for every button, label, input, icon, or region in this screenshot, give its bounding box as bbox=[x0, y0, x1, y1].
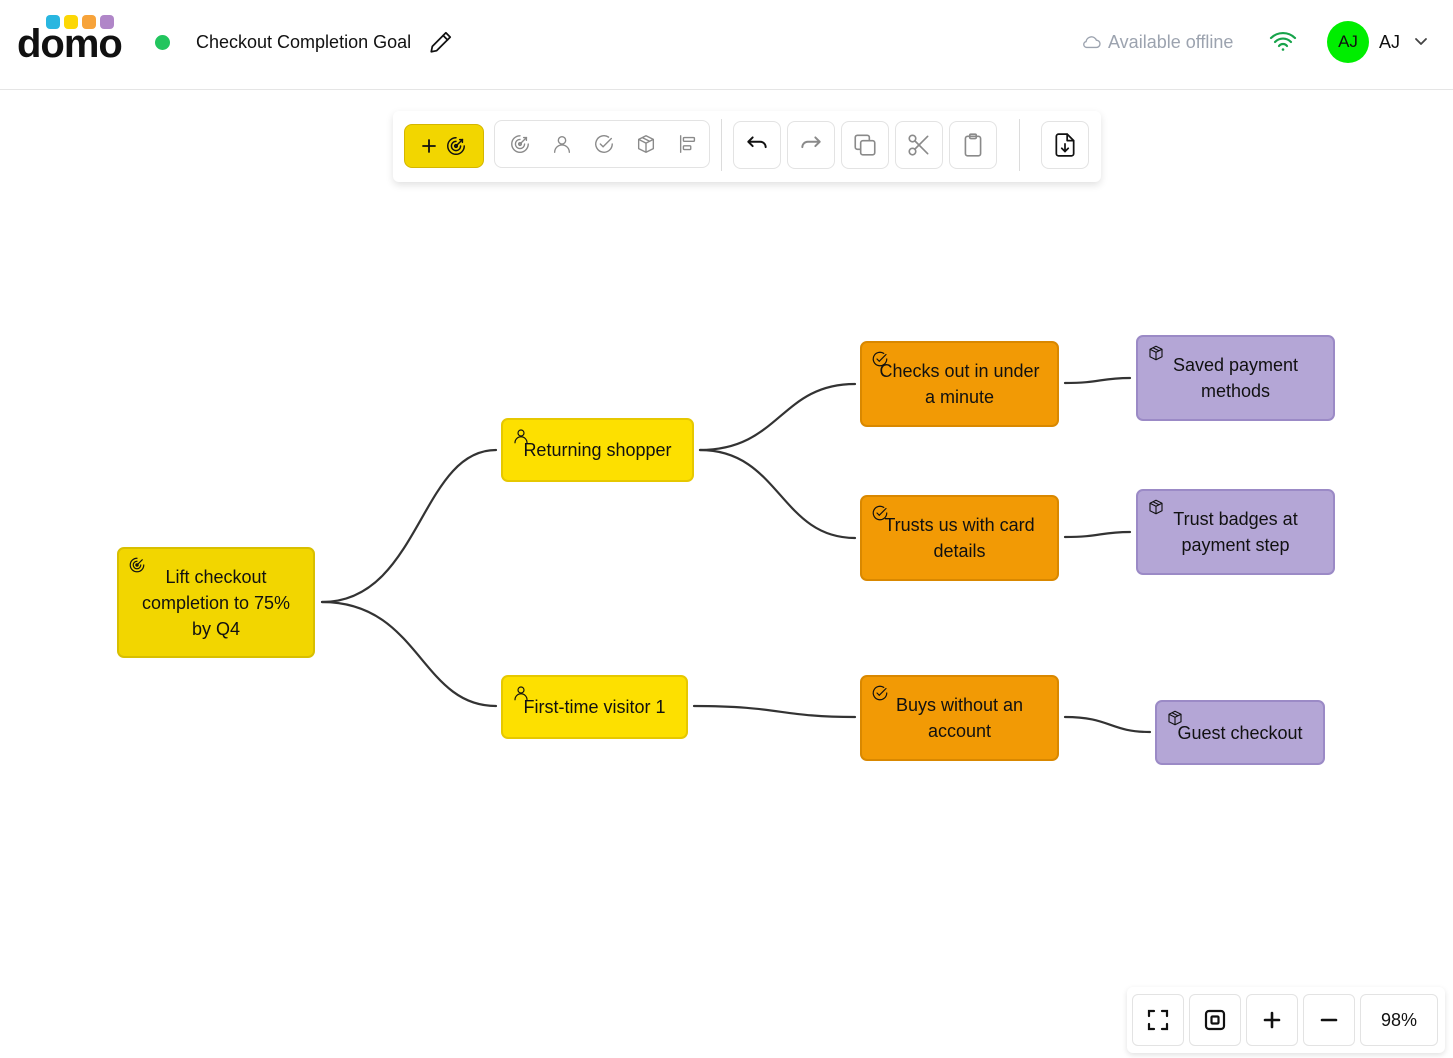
app-header: domo Checkout Completion Goal Available … bbox=[0, 0, 1453, 90]
fit-screen-button[interactable] bbox=[1132, 994, 1184, 1046]
edge-returning-checks bbox=[698, 382, 857, 452]
map-title: Checkout Completion Goal bbox=[196, 32, 412, 52]
deliverable-icon bbox=[1149, 345, 1163, 361]
edge-trusts-badges bbox=[1063, 530, 1132, 539]
logo-text: domo bbox=[17, 22, 123, 66]
edge-checks-saved bbox=[1063, 376, 1132, 385]
zoom-level[interactable]: 98% bbox=[1360, 994, 1438, 1046]
wifi-icon bbox=[1268, 29, 1298, 53]
pencil-icon bbox=[430, 31, 452, 53]
cloud-icon bbox=[1083, 36, 1101, 49]
impact-label: Trusts us with card details bbox=[884, 515, 1035, 561]
edge-returning-trusts bbox=[698, 448, 857, 540]
actor-label: Returning shopper bbox=[523, 440, 672, 460]
goal-icon bbox=[129, 557, 145, 573]
edge-buys-guest bbox=[1063, 715, 1152, 734]
deliverable-label: Guest checkout bbox=[1177, 722, 1303, 743]
deliverable-label: Saved payment methods bbox=[1172, 355, 1299, 401]
offline-status: Available offline bbox=[1080, 31, 1233, 53]
goal-node[interactable]: Lift checkout completion to 75% by Q4 bbox=[117, 547, 315, 658]
deliverable-icon bbox=[1149, 499, 1163, 515]
edge-goal-firsttime bbox=[320, 600, 498, 708]
user-avatar[interactable]: AJ bbox=[1327, 21, 1369, 63]
goal-label: Lift checkout completion to 75% by Q4 bbox=[141, 566, 291, 639]
deliverable-node[interactable]: Saved payment methods bbox=[1136, 335, 1335, 421]
domo-logo[interactable]: domo bbox=[17, 12, 127, 66]
impact-label: Buys without an account bbox=[895, 695, 1024, 741]
impact-node[interactable]: Trusts us with card details bbox=[860, 495, 1059, 581]
zoom-out-icon bbox=[1320, 1018, 1338, 1022]
impact-icon bbox=[872, 351, 888, 367]
center-icon bbox=[1204, 1009, 1226, 1031]
deliverable-icon bbox=[1168, 710, 1182, 726]
impact-icon bbox=[872, 505, 888, 521]
zoom-out-button[interactable] bbox=[1303, 994, 1355, 1046]
fit-screen-icon bbox=[1147, 1009, 1169, 1031]
zoom-in-icon bbox=[1263, 1011, 1281, 1029]
edge-firsttime-buys bbox=[692, 704, 857, 719]
chevron-down-icon[interactable] bbox=[1412, 34, 1430, 50]
actor-node[interactable]: First-time visitor 1 bbox=[501, 675, 688, 739]
impact-node[interactable]: Checks out in under a minute bbox=[860, 341, 1059, 427]
impact-icon bbox=[872, 685, 888, 701]
actor-node[interactable]: Returning shopper bbox=[501, 418, 694, 482]
actor-label: First-time visitor 1 bbox=[523, 697, 666, 717]
offline-label: Available offline bbox=[1108, 32, 1234, 52]
actor-icon bbox=[514, 429, 528, 444]
edge-goal-returning bbox=[320, 448, 498, 604]
impact-label: Checks out in under a minute bbox=[879, 361, 1040, 407]
impact-node[interactable]: Buys without an account bbox=[860, 675, 1059, 761]
deliverable-label: Trust badges at payment step bbox=[1173, 509, 1298, 555]
zoom-controls: 98% bbox=[1127, 987, 1445, 1053]
deliverable-node[interactable]: Guest checkout bbox=[1155, 700, 1325, 765]
actor-icon bbox=[514, 686, 528, 701]
center-view-button[interactable] bbox=[1189, 994, 1241, 1046]
zoom-in-button[interactable] bbox=[1246, 994, 1298, 1046]
impact-map-canvas[interactable]: Lift checkout completion to 75% by Q4 Re… bbox=[0, 90, 1453, 1058]
sync-status-indicator bbox=[155, 35, 170, 50]
user-name[interactable]: AJ bbox=[1379, 31, 1400, 53]
deliverable-node[interactable]: Trust badges at payment step bbox=[1136, 489, 1335, 575]
edit-title-button[interactable] bbox=[428, 29, 454, 55]
